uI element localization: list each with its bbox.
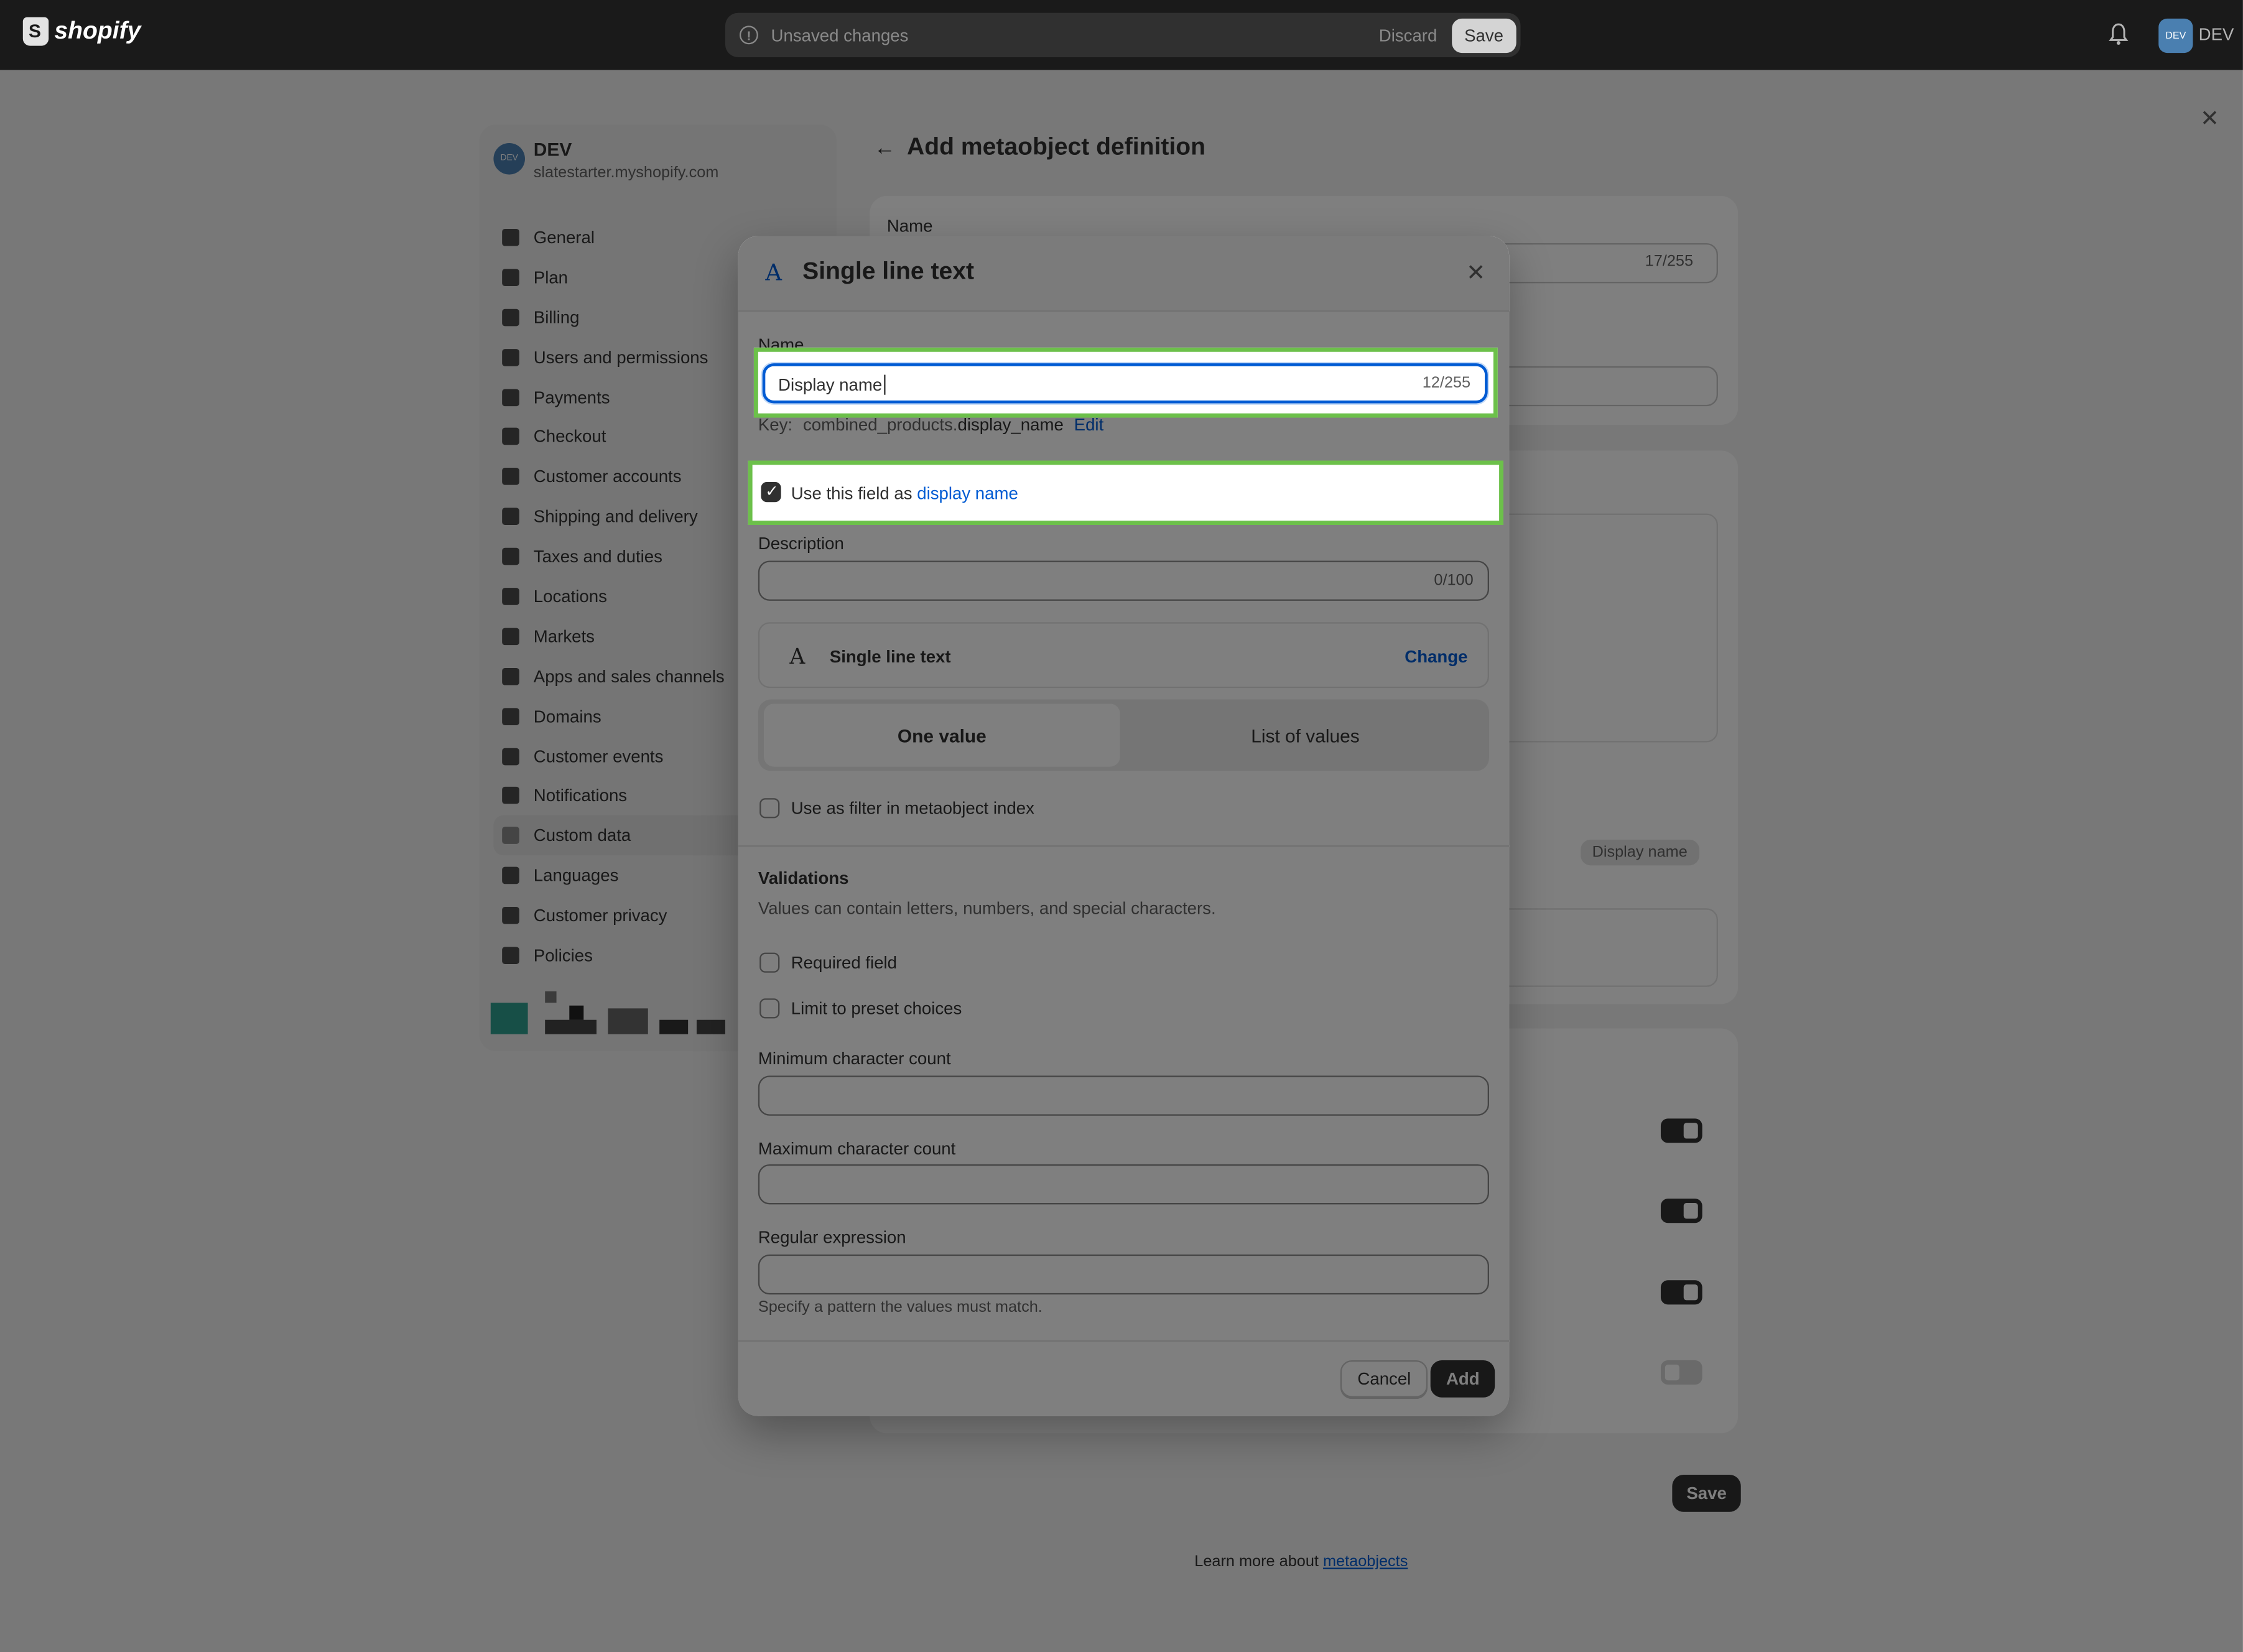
brand-name: shopify	[54, 17, 141, 45]
regex-label: Regular expression	[758, 1227, 906, 1248]
change-type-button[interactable]: Change	[1405, 646, 1467, 666]
modal-title: Single line text	[802, 257, 975, 285]
key-prefix: Key:	[758, 414, 793, 435]
close-icon[interactable]: ✕	[1466, 259, 1485, 287]
key-namespace: combined_products.	[802, 414, 958, 435]
one-value-option[interactable]: One value	[764, 703, 1120, 767]
alert-icon: !	[739, 26, 758, 45]
field-name-count: 12/255	[1422, 374, 1471, 392]
field-name-input[interactable]: Display name 12/255	[762, 363, 1488, 404]
required-checkbox[interactable]	[759, 952, 780, 973]
preset-choices-label: Limit to preset choices	[791, 998, 962, 1019]
key-name: display_name	[957, 414, 1064, 435]
display-name-checkbox[interactable]	[761, 481, 781, 503]
preset-choices-checkbox[interactable]	[759, 998, 780, 1019]
user-avatar[interactable]: DEV	[2158, 18, 2193, 53]
type-name: Single line text	[829, 646, 951, 667]
cancel-button[interactable]: Cancel	[1340, 1360, 1428, 1398]
description-input[interactable]: 0/100	[758, 560, 1489, 601]
validations-title: Validations	[758, 868, 849, 889]
modal-header: A Single line text ✕	[738, 236, 1510, 312]
discard-button[interactable]: Discard	[1379, 25, 1437, 45]
text-type-icon: A	[765, 259, 782, 286]
required-label: Required field	[791, 952, 898, 973]
max-count-label: Maximum character count	[758, 1138, 956, 1159]
display-name-checkbox-label: Use this field as display name	[791, 483, 1018, 503]
unsaved-text: Unsaved changes	[771, 25, 909, 45]
max-count-input[interactable]	[758, 1164, 1489, 1205]
edit-key-link[interactable]: Edit	[1074, 415, 1104, 435]
value-count-segmented-control: One value List of values	[758, 699, 1489, 771]
type-card: A Single line text Change	[758, 622, 1489, 689]
text-type-icon: A	[789, 643, 806, 670]
validations-description: Values can contain letters, numbers, and…	[758, 898, 1216, 919]
min-count-label: Minimum character count	[758, 1048, 951, 1069]
store-name[interactable]: DEV	[2199, 24, 2234, 44]
name-field-highlight: Display name 12/255	[753, 347, 1498, 418]
footer-divider	[738, 1340, 1510, 1342]
filter-checkbox[interactable]	[759, 798, 780, 819]
display-name-highlight: Use this field as display name	[748, 460, 1503, 525]
add-button[interactable]: Add	[1430, 1360, 1495, 1398]
bell-icon[interactable]	[2109, 23, 2129, 46]
list-of-values-option[interactable]: List of values	[1127, 703, 1484, 766]
display-name-prefix: Use this field as	[791, 483, 917, 504]
regex-input[interactable]	[758, 1254, 1489, 1295]
unsaved-changes-bar: ! Unsaved changes Discard Save	[725, 12, 1521, 57]
regex-hint: Specify a pattern the values must match.	[758, 1299, 1043, 1316]
min-count-input[interactable]	[758, 1075, 1489, 1116]
shopify-bag-icon	[22, 17, 49, 46]
filter-label: Use as filter in metaobject index	[791, 798, 1034, 819]
shopify-logo[interactable]: shopify	[22, 17, 141, 46]
top-save-button[interactable]: Save	[1451, 17, 1516, 52]
field-name-value: Display name	[778, 374, 885, 395]
divider	[738, 845, 1510, 847]
display-name-link[interactable]: display name	[917, 483, 1018, 503]
description-label: Description	[758, 533, 844, 554]
key-line: Key: combined_products.display_name Edit	[758, 415, 1103, 435]
top-bar: shopify ! Unsaved changes Discard Save D…	[0, 0, 2243, 70]
description-count: 0/100	[1434, 572, 1474, 590]
